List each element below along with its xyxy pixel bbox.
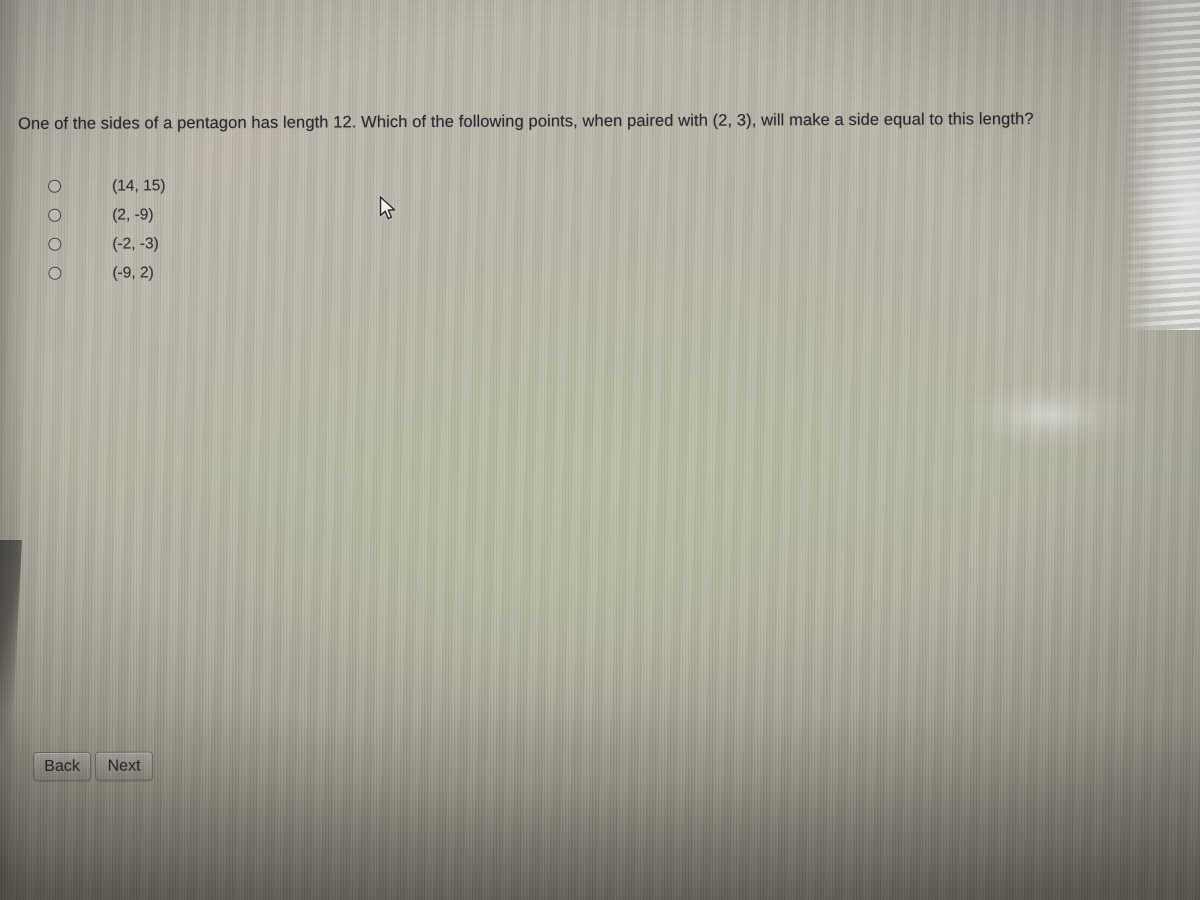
radio-button-3[interactable] [48,237,62,251]
answer-option-1-label: (14, 15) [112,176,166,195]
radio-button-1[interactable] [48,179,62,193]
answer-option-4-label: (-9, 2) [112,263,154,282]
next-button[interactable]: Next [94,751,154,781]
answer-option-2-label: (2, -9) [112,205,154,224]
navigation-buttons: Back Next [33,751,154,781]
back-button[interactable]: Back [33,751,92,781]
quiz-page: One of the sides of a pentagon has lengt… [0,0,1200,900]
radio-button-2[interactable] [48,208,62,222]
answer-options-list: (14, 15) (2, -9) (-2, -3) (-9, 2) [0,172,166,288]
photographed-monitor: One of the sides of a pentagon has lengt… [0,0,1200,900]
question-text: One of the sides of a pentagon has lengt… [18,110,1034,133]
answer-option-3-label: (-2, -3) [112,234,159,253]
radio-button-4[interactable] [48,266,62,280]
